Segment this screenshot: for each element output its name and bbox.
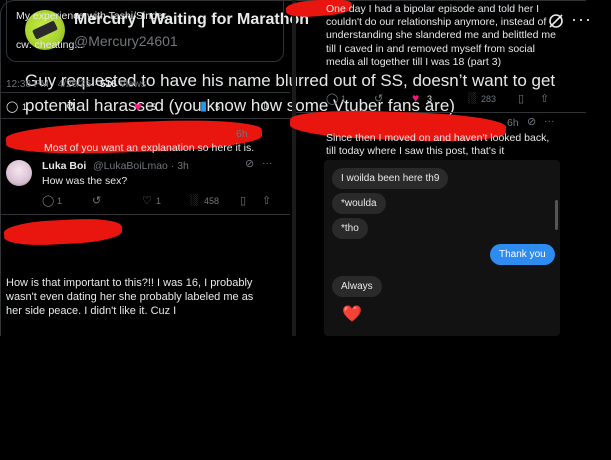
heart-icon[interactable]: ♥ bbox=[134, 99, 142, 114]
avatar[interactable] bbox=[6, 160, 32, 186]
divider bbox=[0, 118, 290, 119]
reply-count: 1 bbox=[57, 196, 63, 206]
chat-bubble-received: I woilda been here th9 bbox=[332, 168, 449, 189]
bookmark-count: 5 bbox=[215, 102, 221, 112]
retweet-icon[interactable]: ↺ bbox=[66, 100, 75, 113]
more-icon[interactable]: ··· bbox=[262, 157, 273, 170]
chat-bubble-received: *tho bbox=[332, 218, 368, 239]
retweet-icon[interactable]: ↺ bbox=[92, 194, 101, 207]
post-time: 12:38 PM · 4/26/25 · bbox=[6, 79, 100, 90]
chat-bubble-sent: Thank you bbox=[490, 244, 555, 265]
more-icon[interactable]: ··· bbox=[571, 9, 592, 30]
retweet-icon[interactable]: ↺ bbox=[374, 92, 383, 105]
heart-icon[interactable]: ♡ bbox=[142, 194, 152, 207]
view-count: 283 bbox=[481, 94, 497, 104]
reply-text: Since then I moved on and haven't looked… bbox=[326, 132, 550, 157]
bookmark-icon[interactable]: ▮ bbox=[200, 98, 207, 114]
share-icon[interactable]: ⇧ bbox=[540, 92, 549, 105]
chat-bubble-received: *woulda bbox=[332, 193, 386, 214]
reply-icon[interactable]: ◯ bbox=[326, 92, 338, 105]
reply-count: 1 bbox=[22, 102, 28, 112]
views-icon: ░ bbox=[468, 92, 476, 104]
more-icon[interactable]: ··· bbox=[544, 115, 555, 128]
post-meta: 12:38 PM · 4/26/25 · 516 Views bbox=[6, 78, 146, 91]
reply-text: One day I had a bipolar episode and told… bbox=[326, 3, 556, 68]
reply-text: Most of you want an explanation so here … bbox=[44, 142, 255, 154]
views-count: 516 bbox=[99, 79, 117, 90]
reply-time: 6h bbox=[507, 117, 519, 129]
like-count: 3 bbox=[427, 94, 433, 104]
view-count: 458 bbox=[204, 196, 220, 206]
redaction-mark bbox=[3, 216, 123, 248]
scrollbar[interactable] bbox=[555, 200, 558, 230]
views-label: Views bbox=[116, 79, 146, 90]
views-icon: ░ bbox=[190, 194, 198, 206]
bookmark-icon[interactable]: ▯ bbox=[240, 194, 246, 207]
reply-author-name[interactable]: Luka Boi bbox=[42, 160, 86, 173]
reply-time: 6h bbox=[236, 128, 248, 140]
grok-icon[interactable]: ⊘ bbox=[527, 116, 536, 129]
tweet-media[interactable]: My experience with Tashi/Sinder. cw: che… bbox=[0, 0, 586, 336]
grok-icon[interactable]: ⊘ bbox=[245, 158, 254, 171]
like-count: 5 bbox=[151, 102, 157, 112]
divider bbox=[0, 92, 290, 93]
reply-icon[interactable]: ◯ bbox=[6, 100, 18, 113]
chat-screenshot: I woilda been here th9 *woulda *tho Than… bbox=[324, 160, 560, 336]
share-icon[interactable]: ⇧ bbox=[262, 194, 271, 207]
reply-icon[interactable]: ◯ bbox=[42, 194, 54, 207]
reply-count: 1 bbox=[341, 94, 347, 104]
heart-icon[interactable]: ♥ bbox=[412, 91, 419, 105]
reply-text: How was the sex? bbox=[42, 175, 128, 187]
column-separator bbox=[292, 0, 296, 336]
share-icon[interactable]: ⇧ bbox=[261, 99, 270, 112]
heart-reaction-icon: ❤️ bbox=[342, 306, 362, 323]
like-count: 1 bbox=[156, 196, 162, 206]
tweet-text: Guy requested to have his name blurred o… bbox=[25, 71, 556, 115]
bookmark-icon[interactable]: ▯ bbox=[518, 92, 524, 105]
reply-author-handle[interactable]: @LukaBoiLmao · 3h bbox=[93, 160, 189, 173]
chat-bubble-received: Always bbox=[332, 276, 382, 297]
reply-text: How is that important to this?!! I was 1… bbox=[6, 277, 254, 317]
quote-line-1: My experience with Tashi/Sinder. bbox=[16, 10, 169, 22]
divider bbox=[0, 214, 290, 215]
quote-line-2: cw: cheating... bbox=[16, 39, 84, 51]
